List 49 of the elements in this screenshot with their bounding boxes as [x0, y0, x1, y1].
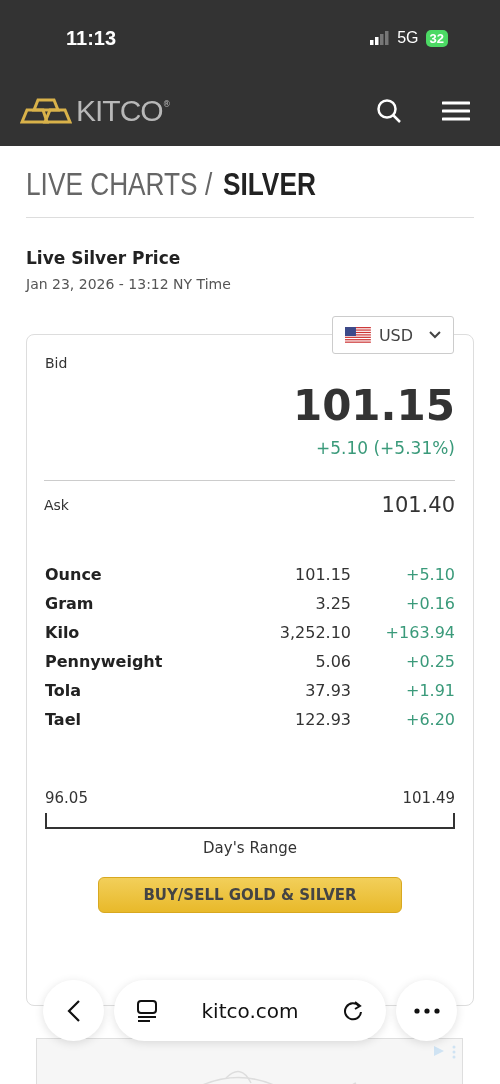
url-text: kitco.com: [201, 998, 299, 1023]
unit-price: 37.93: [304, 681, 351, 700]
buy-sell-button[interactable]: BUY/SELL GOLD & SILVER: [98, 877, 402, 913]
bars-icon: [20, 98, 72, 124]
unit-price: 101.15: [294, 565, 351, 584]
menu-icon[interactable]: [442, 101, 470, 121]
registered-mark: ®: [162, 100, 171, 109]
clock-time: 11:13: [66, 26, 117, 50]
range-high: 101.49: [402, 789, 455, 807]
breadcrumb-section[interactable]: LIVE CHARTS /: [26, 166, 213, 203]
unit-change: +0.25: [404, 652, 455, 671]
signal-icon: [370, 31, 391, 45]
unit-name: Kilo: [45, 623, 81, 642]
unit-name: Tola: [45, 681, 83, 700]
range-low: 96.05: [45, 789, 88, 807]
network-label: 5G: [397, 29, 419, 47]
unit-price: 5.06: [314, 652, 351, 671]
flag-icon: [345, 326, 371, 344]
price-heading: Live Silver Price: [26, 248, 182, 268]
unit-price: 3,252.10: [278, 623, 351, 642]
unit-name: Gram: [45, 594, 95, 613]
battery-level: 32: [425, 29, 448, 47]
unit-name: Tael: [45, 710, 82, 729]
unit-change: +5.10: [404, 565, 455, 584]
more-icon: [413, 1007, 440, 1014]
bid-price: 101.15: [291, 381, 455, 430]
ask-label: Ask: [44, 497, 69, 513]
chevron-down-icon: [429, 331, 441, 339]
unit-name: Pennyweight: [45, 652, 164, 671]
kitco-logo[interactable]: KITCO: [76, 94, 163, 128]
page-title: SILVER: [223, 166, 316, 203]
unit-change: +0.16: [404, 594, 455, 613]
unit-change: +6.20: [404, 710, 455, 729]
search-icon[interactable]: [376, 98, 402, 124]
bid-change: +5.10 (+5.31%): [315, 438, 455, 458]
unit-name: Ounce: [45, 565, 103, 584]
ask-price: 101.40: [381, 493, 455, 517]
address-bar[interactable]: kitco.com: [114, 980, 386, 1041]
back-icon: [66, 998, 81, 1023]
unit-change: +163.94: [384, 623, 455, 642]
unit-price: 122.93: [294, 710, 351, 729]
unit-change: +1.91: [404, 681, 455, 700]
price-timestamp: Jan 23, 2026 - 13:12 NY Time: [26, 276, 232, 292]
currency-dropdown[interactable]: USD: [332, 316, 454, 354]
reload-icon[interactable]: [342, 999, 364, 1022]
unit-price: 3.25: [314, 594, 351, 613]
range-caption: Day's Range: [202, 839, 298, 857]
bid-label: Bid: [45, 355, 69, 371]
tabs-icon: [136, 998, 158, 1023]
